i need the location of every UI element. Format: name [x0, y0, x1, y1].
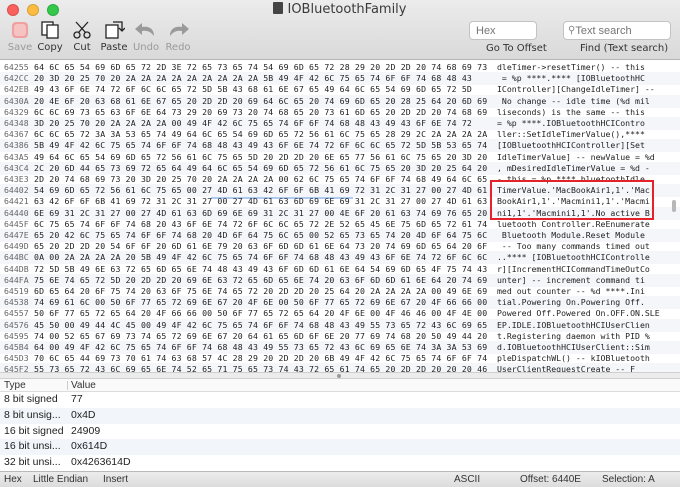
- goto-offset-label: Go To Offset: [486, 43, 547, 54]
- status-selection: Selection: A: [602, 474, 655, 485]
- inspector-type: 16 bit unsi...: [4, 440, 61, 453]
- document-icon: [273, 2, 284, 14]
- hex-row[interactable]: 645F2 55 73 65 72 43 6C 69 65 6E 74 52 65…: [0, 363, 680, 372]
- inspector-type: 8 bit signed: [4, 393, 58, 405]
- value-column-header[interactable]: Value: [71, 379, 96, 392]
- hex-offset-input[interactable]: [470, 22, 536, 39]
- inspector-value[interactable]: 0x614D: [71, 439, 107, 455]
- column-divider: [67, 381, 68, 390]
- inspector-type: 32 bit unsi...: [4, 456, 61, 469]
- status-insert[interactable]: Insert: [103, 472, 128, 487]
- inspector-rows: 8 bit signed 77 8 bit unsig... 0x4D 16 bit s…: [0, 392, 680, 471]
- hex-editor-view[interactable]: 64255 64 6C 65 54 69 6D 65 72 2D 3E 72 65…: [0, 61, 680, 372]
- inspector-value[interactable]: 0x4263614D: [71, 455, 131, 471]
- window-title: IOBluetoothFamily: [287, 2, 407, 17]
- find-label: Find (Text search): [580, 43, 669, 54]
- vertical-scrollbar-thumb[interactable]: [672, 200, 676, 212]
- inspector-value[interactable]: 77: [71, 392, 83, 408]
- inspector-row[interactable]: 8 bit unsig... 0x4D: [0, 407, 680, 424]
- text-search-box[interactable]: ⚲: [563, 21, 680, 40]
- inspector-value[interactable]: 24909: [71, 424, 100, 440]
- inspector-row[interactable]: 32 bit unsi... 0x4263614D: [0, 455, 680, 471]
- splitter-handle-icon: [337, 374, 341, 378]
- panel-splitter[interactable]: [0, 372, 680, 379]
- inspector-row[interactable]: 16 bit signed 24909: [0, 424, 680, 440]
- inspector-value[interactable]: 0x4D: [71, 408, 96, 424]
- text-search-input[interactable]: [575, 22, 680, 39]
- redo-label: Redo: [165, 42, 191, 53]
- redo-button[interactable]: Redo: [158, 19, 198, 53]
- data-inspector: Type Value 8 bit signed 77 8 bit unsig... 0…: [0, 379, 680, 471]
- title-toolbar: IOBluetoothFamily Save Copy Cut Paste Un…: [0, 0, 680, 60]
- status-offset: Offset: 6440E: [520, 474, 581, 485]
- status-bar: Hex Little Endian Insert ASCII Offset: 6…: [0, 471, 680, 487]
- inspector-type: 16 bit signed: [4, 424, 64, 437]
- search-icon: ⚲: [568, 25, 576, 36]
- inspector-type: 8 bit unsig...: [4, 408, 61, 421]
- inspector-header: Type Value: [0, 379, 680, 392]
- hex-offset-box[interactable]: [469, 21, 537, 40]
- window-title-area: IOBluetoothFamily: [0, 2, 680, 17]
- type-column-header[interactable]: Type: [4, 379, 26, 392]
- inspector-row[interactable]: 16 bit unsi... 0x614D: [0, 439, 680, 456]
- row-ascii[interactable]: UserClientRequestCreate -- F: [497, 363, 635, 372]
- redo-icon: [158, 19, 198, 41]
- status-endian[interactable]: Little Endian: [33, 472, 88, 487]
- status-encoding[interactable]: ASCII: [454, 472, 480, 487]
- status-mode[interactable]: Hex: [4, 472, 22, 487]
- inspector-row[interactable]: 8 bit signed 77: [0, 392, 680, 408]
- row-bytes[interactable]: 55 73 65 72 43 6C 69 65 6E 74 52 65 71 7…: [34, 363, 487, 372]
- row-offset: 645F2: [4, 364, 29, 372]
